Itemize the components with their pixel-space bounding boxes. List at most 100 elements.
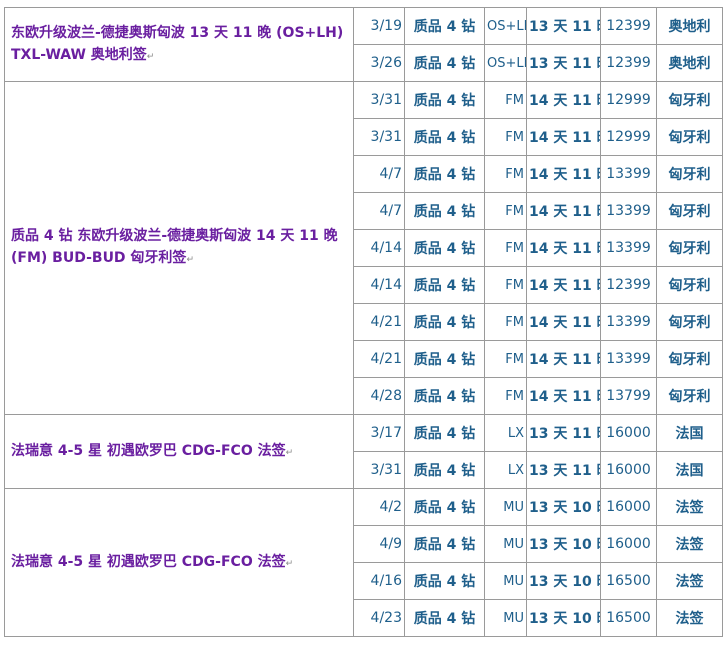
- route-name: 法瑞意 4-5 星 初遇欧罗巴 CDG-FCO 法签: [11, 553, 286, 570]
- price-cell: 16000: [600, 488, 657, 526]
- visa-cell: 法签: [656, 488, 723, 526]
- visa-cell: 匈牙利: [656, 81, 723, 119]
- duration-text: 13 天 11 晚: [529, 56, 600, 72]
- route-cell: 法瑞意 4-5 星 初遇欧罗巴 CDG-FCO 法签↵: [4, 414, 354, 489]
- visa-text: 匈牙利: [668, 352, 711, 368]
- grade-text: 质品 4 钻: [413, 130, 476, 146]
- visa-cell: 奥地利: [656, 7, 723, 45]
- date-cell: 4/2: [353, 488, 405, 526]
- table-body: 东欧升级波兰-德捷奥斯匈波 13 天 11 晚 (OS+LH) TXL-WAW …: [4, 7, 723, 637]
- grade-cell: 质品 4 钻: [404, 562, 485, 600]
- airline-code-text: FM: [505, 166, 524, 182]
- visa-text: 法国: [675, 463, 704, 479]
- visa-text: 匈牙利: [668, 204, 711, 220]
- visa-text: 法签: [675, 500, 704, 516]
- duration-text: 14 天 11 晚: [529, 389, 600, 405]
- visa-cell: 匈牙利: [656, 192, 723, 230]
- grade-cell: 质品 4 钻: [404, 451, 485, 489]
- visa-text: 匈牙利: [668, 167, 711, 183]
- grade-cell: 质品 4 钻: [404, 81, 485, 119]
- airline-code-cell: FM: [484, 266, 527, 304]
- duration-cell: 13 天 10 晚: [526, 599, 601, 637]
- visa-cell: 法国: [656, 451, 723, 489]
- grade-text: 质品 4 钻: [413, 389, 476, 405]
- date-text: 3/17: [370, 425, 402, 441]
- airline-code-text: MU: [503, 610, 524, 626]
- date-cell: 4/23: [353, 599, 405, 637]
- date-text: 4/21: [370, 314, 402, 330]
- route-cell: 东欧升级波兰-德捷奥斯匈波 13 天 11 晚 (OS+LH) TXL-WAW …: [4, 7, 354, 82]
- date-cell: 4/9: [353, 525, 405, 563]
- duration-cell: 13 天 10 晚: [526, 562, 601, 600]
- visa-text: 匈牙利: [668, 241, 711, 257]
- airline-code-text: FM: [505, 277, 524, 293]
- price-text: 13399: [606, 166, 651, 182]
- duration-text: 13 天 11 晚: [529, 19, 600, 35]
- price-text: 16000: [606, 425, 651, 441]
- price-cell: 13399: [600, 303, 657, 341]
- duration-cell: 14 天 11 晚: [526, 81, 601, 119]
- visa-text: 法国: [675, 426, 704, 442]
- date-text: 4/2: [379, 499, 402, 515]
- price-text: 16500: [606, 573, 651, 589]
- price-cell: 16000: [600, 414, 657, 452]
- visa-cell: 匈牙利: [656, 377, 723, 415]
- airline-code-text: FM: [505, 129, 524, 145]
- duration-cell: 13 天 11 晚: [526, 44, 601, 82]
- duration-text: 14 天 11 晚: [529, 315, 600, 331]
- duration-text: 13 天 10 晚: [529, 537, 600, 553]
- date-cell: 4/16: [353, 562, 405, 600]
- airline-code-text: MU: [503, 573, 524, 589]
- price-cell: 13399: [600, 340, 657, 378]
- duration-text: 13 天 10 晚: [529, 500, 600, 516]
- airline-code-cell: OS+LH: [484, 44, 527, 82]
- visa-text: 法签: [675, 574, 704, 590]
- visa-cell: 法签: [656, 525, 723, 563]
- route-name: 法瑞意 4-5 星 初遇欧罗巴 CDG-FCO 法签: [11, 442, 286, 459]
- price-cell: 12999: [600, 81, 657, 119]
- grade-text: 质品 4 钻: [413, 204, 476, 220]
- grade-cell: 质品 4 钻: [404, 118, 485, 156]
- paragraph-mark-icon: ↵: [146, 51, 155, 62]
- duration-cell: 14 天 11 晚: [526, 155, 601, 193]
- visa-cell: 奥地利: [656, 44, 723, 82]
- table-row: 法瑞意 4-5 星 初遇欧罗巴 CDG-FCO 法签↵ 3/17 质品 4 钻 LX 1…: [4, 414, 723, 489]
- duration-cell: 14 天 11 晚: [526, 118, 601, 156]
- visa-text: 匈牙利: [668, 130, 711, 146]
- airline-code-cell: FM: [484, 192, 527, 230]
- airline-code-cell: MU: [484, 562, 527, 600]
- date-text: 4/14: [370, 240, 402, 256]
- paragraph-mark-icon: ↵: [186, 255, 194, 265]
- airline-code-text: LX: [507, 462, 524, 478]
- airline-code-text: MU: [503, 536, 524, 552]
- airline-code-cell: FM: [484, 81, 527, 119]
- duration-cell: 13 天 11 晚: [526, 451, 601, 489]
- visa-cell: 匈牙利: [656, 155, 723, 193]
- visa-text: 奥地利: [668, 56, 711, 72]
- grade-cell: 质品 4 钻: [404, 229, 485, 267]
- visa-cell: 法国: [656, 414, 723, 452]
- visa-cell: 匈牙利: [656, 266, 723, 304]
- grade-text: 质品 4 钻: [413, 463, 476, 479]
- date-text: 4/9: [379, 536, 402, 552]
- price-cell: 12999: [600, 118, 657, 156]
- date-text: 3/31: [370, 462, 402, 478]
- airline-code-cell: FM: [484, 229, 527, 267]
- date-text: 4/14: [370, 277, 402, 293]
- price-cell: 12399: [600, 7, 657, 45]
- duration-text: 14 天 11 晚: [529, 204, 600, 220]
- price-cell: 13399: [600, 155, 657, 193]
- airline-code-text: FM: [505, 240, 524, 256]
- airline-code-text: OS+LH: [487, 55, 526, 71]
- table-row: 质品 4 钻 东欧升级波兰-德捷奥斯匈波 14 天 11 晚 (FM) BUD-…: [4, 81, 723, 415]
- airline-code-cell: FM: [484, 340, 527, 378]
- duration-cell: 14 天 11 晚: [526, 229, 601, 267]
- airline-code-cell: FM: [484, 377, 527, 415]
- visa-cell: 法签: [656, 562, 723, 600]
- duration-text: 14 天 11 晚: [529, 278, 600, 294]
- date-cell: 4/14: [353, 266, 405, 304]
- airline-code-cell: LX: [484, 451, 527, 489]
- duration-cell: 13 天 10 晚: [526, 525, 601, 563]
- date-text: 4/7: [379, 166, 402, 182]
- price-cell: 16000: [600, 525, 657, 563]
